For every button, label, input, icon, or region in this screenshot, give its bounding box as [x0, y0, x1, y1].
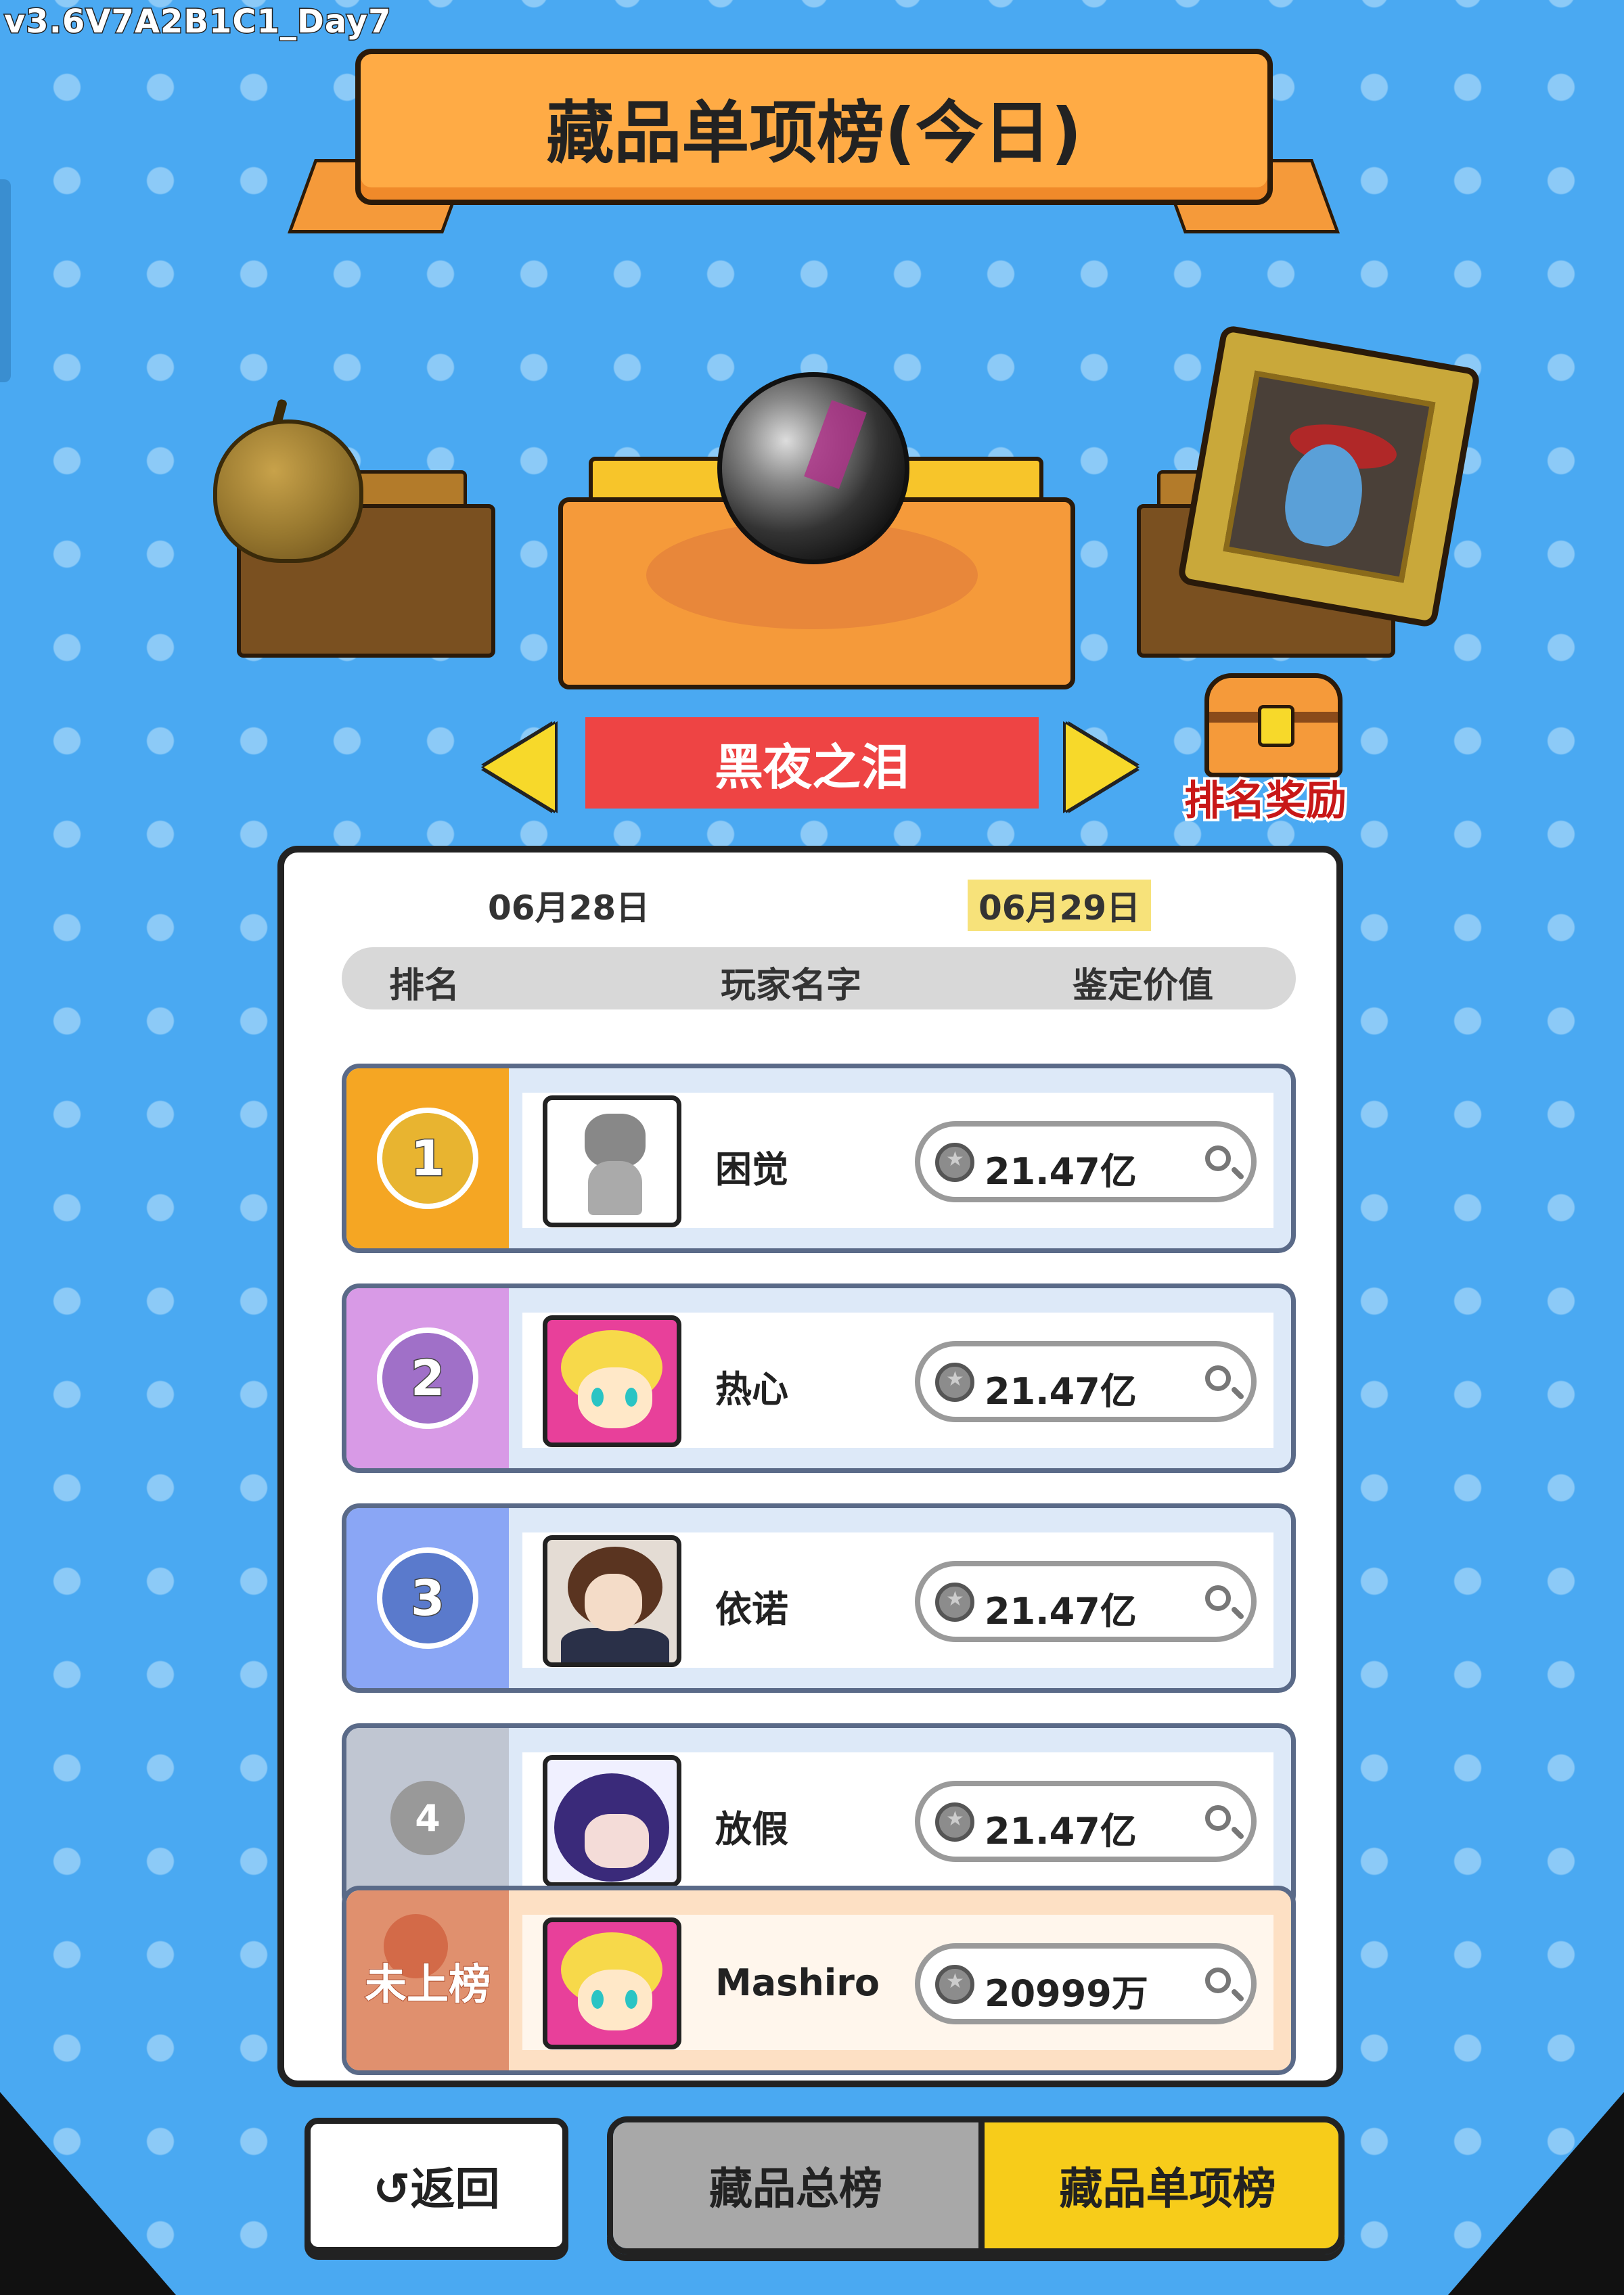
search-icon[interactable]: [1205, 1145, 1231, 1171]
tab-single-item-board[interactable]: 藏品单项榜: [985, 2122, 1338, 2248]
search-icon[interactable]: [1205, 1365, 1231, 1391]
rank-cell: 未上榜: [346, 1890, 509, 2070]
header-player-name: 玩家名字: [721, 965, 862, 1006]
rank-cell: 2: [346, 1288, 509, 1468]
cat-avatar[interactable]: [543, 1095, 681, 1227]
player-name: 热心: [715, 1368, 788, 1411]
corner-dark: [0, 2092, 176, 2295]
unranked-label: 未上榜: [364, 1959, 491, 2009]
date-tab-prev[interactable]: 06月28日: [477, 880, 660, 931]
brown-hair-avatar[interactable]: [543, 1535, 681, 1667]
appraised-value: 21.47亿: [985, 1150, 1137, 1193]
player-name: 困觉: [715, 1148, 788, 1191]
search-icon[interactable]: [1205, 1968, 1231, 1993]
board-tab-group: 藏品总榜 藏品单项榜: [607, 2116, 1345, 2254]
tab-total-board[interactable]: 藏品总榜: [613, 2122, 985, 2248]
rank-reward-label[interactable]: 排名奖励: [1181, 768, 1349, 827]
value-pill[interactable]: ★ 21.47亿: [915, 1341, 1257, 1422]
appraised-value: 20999万: [985, 1972, 1148, 2015]
bronze-medal-icon: 3: [377, 1547, 478, 1649]
value-pill[interactable]: ★ 21.47亿: [915, 1781, 1257, 1862]
coin-icon: ★: [935, 1363, 974, 1402]
coin-icon: ★: [935, 1583, 974, 1622]
date-tab-current[interactable]: 06月29日: [968, 880, 1152, 931]
coin-icon: ★: [935, 1965, 974, 2004]
player-name: 放假: [715, 1808, 788, 1850]
header-appraised-value: 鉴定价值: [1073, 965, 1214, 1006]
purple-hair-avatar[interactable]: [543, 1755, 681, 1887]
back-label: ↺返回: [373, 2163, 500, 2215]
blonde-girl-avatar[interactable]: [543, 1917, 681, 2049]
rank-cell: 1: [346, 1068, 509, 1248]
framed-painting-icon: [1177, 324, 1481, 629]
rank-badge: 4: [390, 1781, 465, 1855]
title-banner: 藏品单项榜(今日): [355, 49, 1273, 205]
leaderboard-panel: 06月28日 06月29日 排名 玩家名字 鉴定价值 1 困觉 ★ 21.47亿…: [277, 846, 1343, 2087]
value-pill[interactable]: ★ 20999万: [915, 1943, 1257, 2024]
table-row[interactable]: 1 困觉 ★ 21.47亿: [342, 1064, 1296, 1253]
rank-cell: 4: [346, 1728, 509, 1908]
item-name: 黑夜之泪: [714, 739, 909, 796]
page-title: 藏品单项榜(今日): [546, 93, 1082, 173]
appraised-value: 21.47亿: [985, 1370, 1137, 1413]
version-label: v3.6V7A2B1C1_Day7: [3, 2, 392, 42]
coin-icon: ★: [935, 1143, 974, 1182]
value-pill[interactable]: ★ 21.47亿: [915, 1561, 1257, 1642]
header-rank: 排名: [389, 965, 460, 1006]
side-tab[interactable]: [0, 179, 11, 382]
table-row[interactable]: 4 放假 ★ 21.47亿: [342, 1723, 1296, 1913]
next-item-arrow[interactable]: [1066, 724, 1137, 811]
silver-medal-icon: 2: [377, 1327, 478, 1429]
gold-medal-icon: 1: [377, 1108, 478, 1209]
table-header: 排名 玩家名字 鉴定价值: [342, 947, 1296, 1009]
player-name: Mashiro: [715, 1961, 880, 2004]
item-name-bar: 黑夜之泪: [585, 717, 1039, 809]
blonde-girl-avatar[interactable]: [543, 1315, 681, 1447]
value-pill[interactable]: ★ 21.47亿: [915, 1121, 1257, 1202]
search-icon[interactable]: [1205, 1585, 1231, 1611]
table-row[interactable]: 2 热心 ★ 21.47亿: [342, 1283, 1296, 1473]
prev-item-arrow[interactable]: [484, 724, 555, 811]
night-tear-orb-icon: [717, 372, 909, 564]
self-row[interactable]: 未上榜 Mashiro ★ 20999万: [342, 1886, 1296, 2075]
golden-apple-icon: [213, 419, 363, 563]
table-row[interactable]: 3 依诺 ★ 21.47亿: [342, 1503, 1296, 1693]
treasure-chest-icon[interactable]: [1204, 673, 1343, 777]
appraised-value: 21.47亿: [985, 1590, 1137, 1633]
search-icon[interactable]: [1205, 1805, 1231, 1831]
rank-cell: 3: [346, 1508, 509, 1688]
appraised-value: 21.47亿: [985, 1810, 1137, 1853]
coin-icon: ★: [935, 1802, 974, 1842]
corner-dark: [1448, 2092, 1624, 2295]
player-name: 依诺: [715, 1588, 788, 1631]
back-button[interactable]: ↺返回: [304, 2118, 568, 2253]
